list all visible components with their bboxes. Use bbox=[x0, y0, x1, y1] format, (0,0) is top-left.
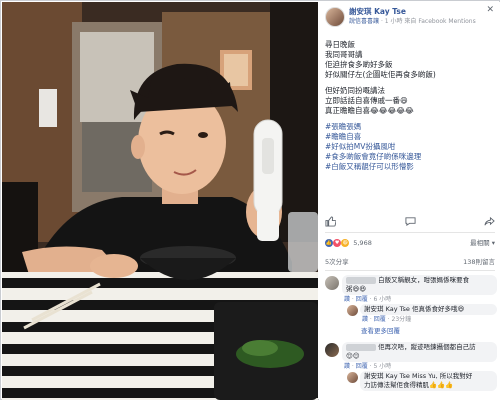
post-line: 我同哥哥講 bbox=[325, 50, 363, 59]
redacted-name bbox=[346, 276, 376, 284]
post-line: 好似關仔左(企圖咗佢再食多啲飯) bbox=[325, 70, 436, 79]
comment-time[interactable]: 23分鐘 bbox=[392, 316, 412, 323]
reply-author-link[interactable]: 謝安琪 Kay Tse bbox=[364, 372, 410, 380]
post-line: 真正瞻瞻自喜😂😂😂😂😂 bbox=[325, 106, 414, 115]
hashtag-link[interactable]: #瞻瞻自喜 bbox=[325, 132, 494, 142]
post-photo[interactable] bbox=[2, 2, 318, 400]
like-link[interactable]: 讚 bbox=[362, 316, 368, 323]
comment-reply: 謝安琪 Kay Tse Miss Yu, 所以我對好 力訪傳法幫佢食得精肌👍👍👍 bbox=[347, 371, 497, 391]
comment-time[interactable]: 5 小時 bbox=[374, 363, 392, 370]
hashtag-link[interactable]: #食多啲飯會竟仔啲係咪邊理 bbox=[325, 152, 494, 162]
hashtag-link[interactable]: #白飯又稱靚仔可以形懵影 bbox=[325, 162, 494, 172]
comment-text: 佢再次唔，蹤迹唔鍊攝個都自己訪 bbox=[378, 343, 476, 351]
post-time[interactable]: 1 小時 bbox=[385, 18, 403, 25]
share-count-link[interactable]: 5次分享 bbox=[325, 258, 349, 266]
comment-sort-dropdown[interactable]: 最相關 ▾ bbox=[470, 238, 495, 248]
reply-link[interactable]: 回覆 bbox=[356, 363, 368, 370]
avatar[interactable] bbox=[325, 276, 339, 290]
photo-illustration bbox=[2, 2, 318, 400]
view-more-replies-link[interactable]: 查看更多回覆 bbox=[361, 326, 400, 336]
love-reaction-icon: ♥ bbox=[333, 239, 342, 247]
post-meta: 說信喜喜讓 · 1 小時 來自 Facebook Mentions bbox=[349, 18, 476, 25]
post-detail-panel: 謝安琪 Kay Tse 說信喜喜讓 · 1 小時 來自 Facebook Men… bbox=[319, 2, 500, 400]
comment-time[interactable]: 6 小時 bbox=[374, 296, 392, 303]
close-icon[interactable]: ✕ bbox=[486, 5, 494, 15]
like-link[interactable]: 讚 bbox=[344, 363, 350, 370]
post-text: 尋日晚飯 我同哥哥講 佢迫拚食多啲好多飯 好似關仔左(企圖咗佢再食多啲飯) 但好… bbox=[319, 32, 500, 172]
comment-actions: 讚 · 回覆 · 5 小時 bbox=[344, 363, 392, 370]
avatar[interactable] bbox=[347, 372, 358, 383]
comment-bubble: 白飯又稱靚女，咁張媽係咪要食 粥😆😆 bbox=[342, 275, 497, 295]
comment-actions: 讚 · 回覆 · 23分鐘 bbox=[362, 316, 412, 323]
avatar[interactable] bbox=[347, 305, 358, 316]
divider bbox=[325, 270, 495, 271]
post-header: 謝安琪 Kay Tse 說信喜喜讓 · 1 小時 來自 Facebook Men… bbox=[319, 2, 500, 32]
haha-reaction-icon: 😆 bbox=[341, 239, 350, 247]
page-avatar[interactable] bbox=[325, 7, 345, 27]
post-line: 但好奶同扮嘅講法 bbox=[325, 86, 385, 95]
comment-text: 力訪傳法幫佢食得精肌👍👍👍 bbox=[364, 381, 454, 389]
hashtag-link[interactable]: #好似拍MV扮攝風咁 bbox=[325, 142, 494, 152]
comment: 白飯又稱靚女，咁張媽係咪要食 粥😆😆 讚 · 回覆 · 6 小時 bbox=[325, 275, 497, 304]
reaction-summary[interactable]: 👍 ♥ 😆 5,968 最相關 ▾ bbox=[325, 238, 495, 250]
post-source: 來自 Facebook Mentions bbox=[404, 18, 476, 25]
comment-text: 粥😆😆 bbox=[346, 285, 367, 293]
comment-count-link[interactable]: 138則留言 bbox=[463, 257, 495, 267]
redacted-name bbox=[346, 343, 376, 351]
comment: 佢再次唔，蹤迹唔鍊攝個都自己訪 😌😌 讚 · 回覆 · 5 小時 bbox=[325, 342, 497, 371]
post-line: 尋日晚飯 bbox=[325, 40, 355, 49]
comment-bubble: 謝安琪 Kay Tse Miss Yu, 所以我對好 力訪傳法幫佢食得精肌👍👍👍 bbox=[360, 371, 497, 391]
comment-reply: 謝安琪 Kay Tse 佢真係食好多哦😆 讚 · 回覆 · 23分鐘 bbox=[347, 304, 497, 324]
post-actions bbox=[325, 216, 495, 228]
comment-icon[interactable] bbox=[404, 216, 416, 228]
comment-text: 😌😌 bbox=[346, 352, 360, 360]
comment-text: 白飯又稱靚女，咁張媽係咪要食 bbox=[378, 276, 470, 284]
share-icon[interactable] bbox=[484, 216, 495, 228]
comment-text: Miss Yu, 所以我對好 bbox=[411, 372, 473, 380]
post-line: 佢迫拚食多啲好多飯 bbox=[325, 60, 393, 69]
comment-bubble: 謝安琪 Kay Tse 佢真係食好多哦😆 bbox=[360, 304, 497, 315]
divider bbox=[325, 232, 495, 233]
hashtag-list: #張瞻張媽 #瞻瞻自喜 #好似拍MV扮攝風咁 #食多啲飯會竟仔啲係咪邊理 #白飯… bbox=[325, 122, 494, 172]
reply-link[interactable]: 回覆 bbox=[374, 316, 386, 323]
comment-text: 佢真係食好多哦😆 bbox=[411, 305, 465, 313]
post-line: 立即話話自喜傳戚一番😄 bbox=[325, 96, 408, 105]
comment-bubble: 佢再次唔，蹤迹唔鍊攝個都自己訪 😌😌 bbox=[342, 342, 497, 362]
page-name-link[interactable]: 謝安琪 Kay Tse bbox=[349, 7, 500, 17]
post-paragraph: 但好奶同扮嘅講法 立即話話自喜傳戚一番😄 真正瞻瞻自喜😂😂😂😂😂 bbox=[325, 86, 494, 116]
reply-link[interactable]: 回覆 bbox=[356, 296, 368, 303]
avatar[interactable] bbox=[325, 343, 339, 357]
like-link[interactable]: 讚 bbox=[344, 296, 350, 303]
reply-author-link[interactable]: 謝安琪 Kay Tse bbox=[364, 305, 410, 313]
poster-link[interactable]: 說信喜喜讓 bbox=[349, 18, 379, 25]
lightbox-frame: 謝安琪 Kay Tse 說信喜喜讓 · 1 小時 來自 Facebook Men… bbox=[0, 0, 500, 400]
thumbs-up-icon[interactable] bbox=[325, 216, 337, 228]
like-reaction-icon: 👍 bbox=[325, 239, 333, 247]
comment-actions: 讚 · 回覆 · 6 小時 bbox=[344, 296, 392, 303]
comment-share-counts: 5次分享 138則留言 bbox=[325, 257, 495, 267]
reaction-count: 5,968 bbox=[353, 239, 372, 247]
post-paragraph: 尋日晚飯 我同哥哥講 佢迫拚食多啲好多飯 好似關仔左(企圖咗佢再食多啲飯) bbox=[325, 40, 494, 80]
hashtag-link[interactable]: #張瞻張媽 bbox=[325, 122, 494, 132]
